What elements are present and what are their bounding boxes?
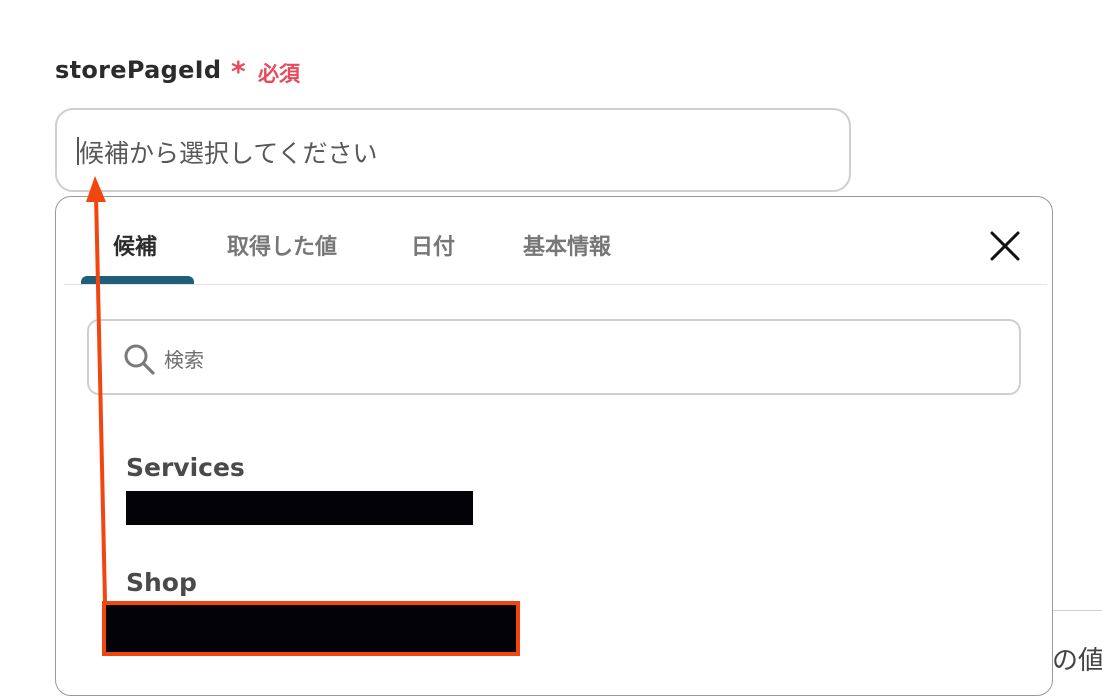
tab-date[interactable]: 日付 [411,229,455,261]
close-button[interactable] [988,229,1022,263]
close-icon [990,231,1020,261]
redacted-value [126,491,473,525]
search-placeholder: 検索 [164,348,204,372]
tab-candidates[interactable]: 候補 [113,229,157,261]
background-divider [1052,610,1102,611]
field-label: storePageId [55,56,222,84]
search-input[interactable]: 検索 [87,319,1021,395]
option-label: Shop [126,568,197,597]
search-icon [124,344,155,375]
annotation-highlight-box [102,601,520,656]
background-partial-text: の値 [1052,646,1102,676]
tab-divider [64,284,1047,285]
required-text: 必須 [258,62,300,86]
input-placeholder: 候補から選択してください [79,139,378,168]
option-label: Services [126,453,245,482]
store-page-id-input[interactable]: 候補から選択してください [55,108,851,192]
active-tab-indicator [81,276,194,284]
required-star: * [231,55,246,88]
tab-retrieved-values[interactable]: 取得した値 [227,229,337,261]
tab-basic-info[interactable]: 基本情報 [523,229,611,261]
option-services[interactable]: Services [126,453,826,533]
